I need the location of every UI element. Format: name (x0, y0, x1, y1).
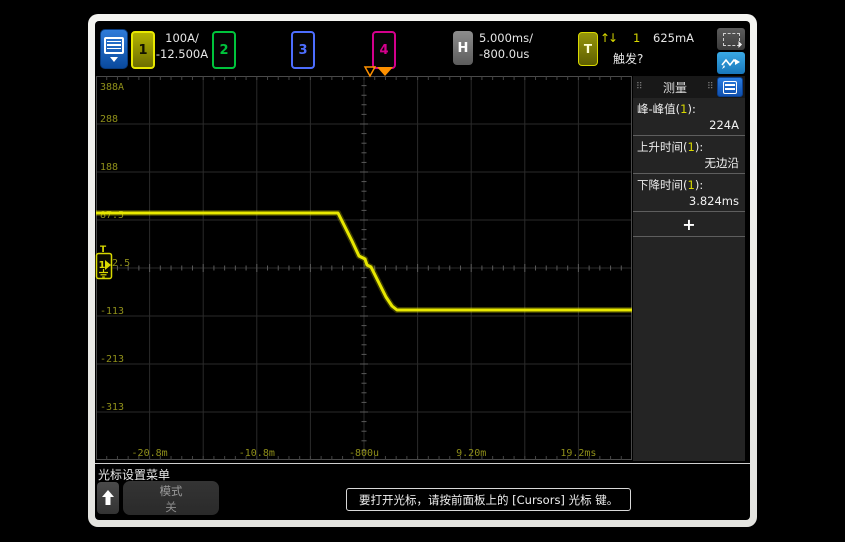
y-axis-label: 288 (100, 114, 118, 125)
measurement-label: 下降时间(1): (637, 177, 741, 193)
cursor-hint-message: 要打开光标，请按前面板上的 [Cursors] 光标 键。 (346, 488, 631, 511)
trigger-source: 1 (633, 31, 640, 45)
softkey-separator (95, 463, 750, 464)
x-axis-label: -800u (349, 448, 379, 459)
add-measurement-row[interactable]: + (633, 212, 745, 237)
add-measurement-button[interactable]: + (682, 215, 695, 234)
softkey-mode-button[interactable]: 模式 关 (123, 481, 219, 515)
back-up-button[interactable] (97, 482, 119, 514)
channel-1-button[interactable]: 1 (131, 31, 155, 69)
timebase-delay: -800.0us (479, 46, 533, 62)
scope-screen: 1234 100A/ -12.500A H 5.000ms/ -800.0us … (95, 21, 750, 520)
x-axis-label: -20.8m (132, 448, 168, 459)
x-axis-label: 9.20m (456, 448, 486, 459)
y-axis-label: -213 (100, 354, 124, 365)
y-axis-label: -313 (100, 402, 124, 413)
menu-icon (104, 37, 124, 54)
x-axis-label: -10.8m (239, 448, 275, 459)
waveform-drag-icon (721, 56, 741, 70)
channel-marker-number: 1 (99, 260, 106, 271)
channel1-ground-marker[interactable]: T 1 (95, 243, 117, 289)
measurement-label: 上升时间(1): (637, 139, 741, 155)
trigger-readout[interactable]: ↑↓ 1 625mA 触发? (600, 30, 730, 70)
measurement-value: 3.824ms (637, 193, 741, 209)
measurement-row[interactable]: 上升时间(1):无边沿 (633, 136, 745, 174)
measurement-panel: ⠿ 测量 ⠿ 峰-峰值(1):224A上升时间(1):无边沿下降时间(1):3.… (633, 76, 745, 461)
trigger-button[interactable]: T (578, 32, 598, 66)
touch-drag-waveform-button[interactable] (717, 52, 745, 74)
timebase-scale: 5.000ms/ (479, 30, 533, 46)
trigger-slope-icon: ↑↓ (600, 31, 616, 45)
channel1-offset: -12.500A (153, 46, 211, 62)
main-menu-button[interactable] (100, 29, 128, 69)
page-background: 1234 100A/ -12.500A H 5.000ms/ -800.0us … (0, 0, 845, 542)
trigger-status: 触发? (613, 50, 643, 67)
measurement-value: 无边沿 (637, 155, 741, 171)
measurement-row[interactable]: 下降时间(1):3.824ms (633, 174, 745, 212)
measurement-label: 峰-峰值(1): (637, 101, 741, 117)
list-icon (723, 81, 737, 94)
drag-grip-icon[interactable]: ⠿ (707, 80, 714, 94)
channel1-scale: 100A/ (153, 30, 211, 46)
channel1-readout[interactable]: 100A/ -12.500A (153, 30, 211, 62)
up-arrow-icon (102, 490, 114, 506)
graticule-svg[interactable]: 388A28818887.5-12.5-113-213-313-20.8m-10… (96, 76, 632, 460)
trigger-level: 625mA (653, 31, 694, 45)
chevron-down-icon (110, 57, 118, 62)
measurement-row[interactable]: 峰-峰值(1):224A (633, 98, 745, 136)
softkey-mode-title: 模式 (123, 483, 219, 499)
timebase-readout[interactable]: 5.000ms/ -800.0us (479, 30, 533, 62)
delay-position-marker-icon[interactable] (377, 67, 393, 76)
channel-4-button[interactable]: 4 (372, 31, 396, 69)
channel-3-button[interactable]: 3 (291, 31, 315, 69)
trigger-position-marker-icon[interactable] (365, 67, 375, 76)
x-axis-label: 19.2ms (560, 448, 596, 459)
selection-rect-icon (723, 33, 740, 46)
measurement-list: 峰-峰值(1):224A上升时间(1):无边沿下降时间(1):3.824ms (633, 98, 745, 212)
y-axis-label: 188 (100, 162, 118, 173)
measurement-panel-title: 测量 (633, 79, 717, 96)
measurement-menu-button[interactable] (717, 77, 743, 97)
y-axis-label: -113 (100, 306, 124, 317)
channel-2-button[interactable]: 2 (212, 31, 236, 69)
horizontal-button[interactable]: H (453, 31, 473, 65)
measurement-panel-header[interactable]: ⠿ 测量 ⠿ (633, 76, 745, 98)
measurement-value: 224A (637, 117, 741, 133)
y-axis-label: 388A (100, 82, 124, 93)
zoom-box-button[interactable] (717, 28, 745, 50)
softkey-mode-value: 关 (123, 499, 219, 515)
